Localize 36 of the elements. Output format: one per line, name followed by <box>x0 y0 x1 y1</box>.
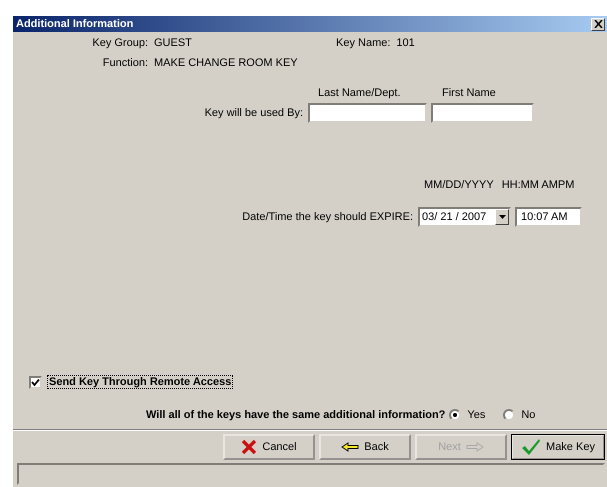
checkbox-label: Send Key Through Remote Access <box>47 375 234 389</box>
field-label: Function: <box>102 57 148 69</box>
field-label: Date/Time the key should EXPIRE: <box>241 211 413 223</box>
checkmark-icon <box>521 438 542 456</box>
field-label: Key Group: <box>91 37 148 49</box>
right-arrow-icon <box>466 442 484 452</box>
radio-button[interactable] <box>449 409 462 421</box>
date-picker[interactable]: 03/ 21 / 2007 <box>418 207 511 227</box>
field-label: Key will be used By: <box>204 107 303 119</box>
column-heading: First Name <box>442 87 496 101</box>
make-button[interactable]: Make Key <box>511 434 605 460</box>
checkbox[interactable] <box>29 376 42 388</box>
column-heading: Last Name/Dept. <box>317 87 402 101</box>
back-button[interactable]: Back <box>319 434 411 460</box>
window-title: Additional Information <box>16 18 134 30</box>
radio-label: Yes <box>467 409 486 421</box>
close-button[interactable] <box>591 18 605 30</box>
text-input[interactable] <box>308 103 427 123</box>
field-value: MAKE CHANGE ROOM KEY <box>154 57 298 69</box>
field-value: GUEST <box>154 37 193 49</box>
x-icon <box>241 439 258 455</box>
field-label: Key Name: <box>336 37 390 49</box>
left-arrow-icon <box>341 442 360 452</box>
close-icon <box>594 20 602 28</box>
checkmark-icon <box>31 378 40 386</box>
cancel-button[interactable]: Cancel <box>223 434 315 460</box>
time-format-hint: HH:MM AMPM <box>502 179 574 193</box>
date-format-hint: MM/DD/YYYY <box>424 179 494 193</box>
field-value: 101 <box>396 37 415 49</box>
caret-icon <box>498 215 506 219</box>
time-input[interactable]: 10:07 AM <box>515 207 582 227</box>
dropdown-button[interactable] <box>495 209 509 225</box>
text-input[interactable] <box>431 103 534 123</box>
radio-button[interactable] <box>503 409 516 421</box>
radio-label: No <box>521 409 536 421</box>
question-text: Will all of the keys have the same additional information? <box>146 409 446 421</box>
